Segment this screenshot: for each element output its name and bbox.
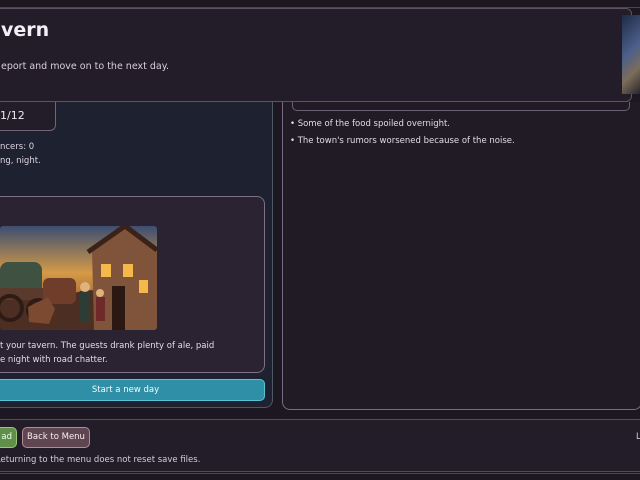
event-text-line-2: e night with road chatter.	[0, 355, 108, 365]
footer-edge-text: L	[636, 432, 640, 442]
load-button[interactable]: ad	[0, 427, 17, 448]
footer-note: Returning to the menu does not reset sav…	[0, 455, 201, 465]
tavern-scene-image	[0, 226, 157, 330]
start-new-day-button[interactable]: Start a new day	[0, 379, 265, 401]
event-text-line-1: t your tavern. The guests drank plenty o…	[0, 341, 215, 351]
time-of-day: ng, night.	[0, 156, 41, 166]
report-item: • Some of the food spoiled overnight.	[290, 119, 451, 129]
report-item: • The town's rumors worsened because of …	[290, 136, 515, 146]
dancers-count: ncers: 0	[0, 142, 35, 152]
report-header-strip	[292, 102, 630, 111]
daily-report-panel	[282, 102, 640, 410]
bottom-divider	[0, 473, 640, 474]
day-counter: 1/12	[0, 109, 25, 122]
page-title: vern	[1, 19, 50, 41]
header-panel: vern eport and move on to the next day.	[0, 8, 632, 102]
header-artwork	[622, 15, 640, 94]
back-to-menu-button[interactable]: Back to Menu	[22, 427, 90, 448]
page-subtitle: eport and move on to the next day.	[1, 61, 170, 72]
